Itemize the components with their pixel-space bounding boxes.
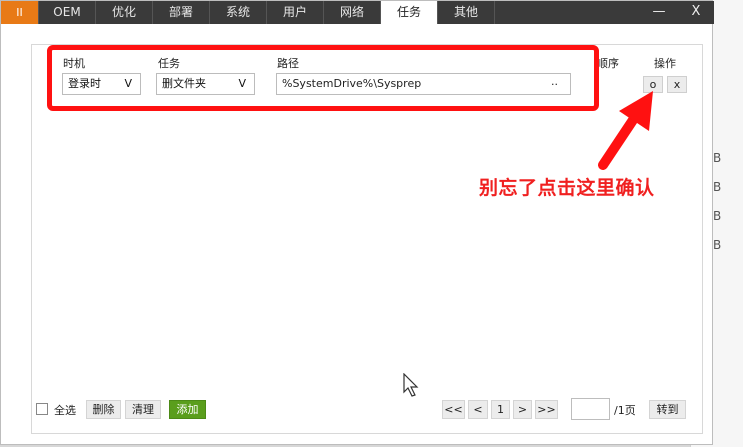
select-all-checkbox[interactable]	[36, 403, 48, 415]
tab-deploy[interactable]: 部署	[153, 1, 210, 24]
remove-row-button[interactable]: x	[667, 76, 687, 93]
add-button[interactable]: 添加	[169, 400, 206, 419]
page-number-button[interactable]: 1	[491, 400, 510, 419]
clear-button[interactable]: 清理	[125, 400, 161, 419]
header-order: 顺序	[597, 57, 619, 70]
delete-button[interactable]: 删除	[86, 400, 121, 419]
tab-oem[interactable]: OEM	[39, 1, 96, 24]
next-page-button[interactable]: >	[513, 400, 532, 419]
page-total-label: /1页	[614, 404, 636, 417]
first-page-button[interactable]: <<	[442, 400, 465, 419]
background-text: B	[713, 209, 722, 223]
mouse-cursor-icon	[403, 373, 419, 397]
main-window: II OEM 优化 部署 系统 用户 网络 任务 其他 — X 时机 任务 路径…	[0, 0, 714, 445]
select-all-label: 全选	[54, 404, 76, 417]
goto-button[interactable]: 转到	[649, 400, 686, 419]
prev-page-button[interactable]: <	[468, 400, 488, 419]
annotation-text: 别忘了点击这里确认	[479, 177, 655, 199]
background-text: B	[713, 151, 722, 165]
tab-other[interactable]: 其他	[438, 1, 495, 24]
background-text: B	[713, 180, 722, 194]
titlebar: II OEM 优化 部署 系统 用户 网络 任务 其他 — X	[1, 1, 714, 24]
tab-optimize[interactable]: 优化	[96, 1, 153, 24]
tab-network[interactable]: 网络	[324, 1, 381, 24]
tab-system[interactable]: 系统	[210, 1, 267, 24]
page-input[interactable]	[571, 398, 610, 420]
header-action: 操作	[654, 57, 676, 70]
tab-users[interactable]: 用户	[267, 1, 324, 24]
arrow-icon	[598, 91, 653, 170]
background-text: B	[713, 238, 722, 252]
app-logo: II	[1, 1, 39, 24]
highlight-box	[47, 45, 599, 111]
last-page-button[interactable]: >>	[535, 400, 558, 419]
tab-tasks[interactable]: 任务	[381, 1, 438, 24]
minimize-button[interactable]: —	[644, 1, 674, 24]
close-button[interactable]: X	[681, 1, 711, 24]
